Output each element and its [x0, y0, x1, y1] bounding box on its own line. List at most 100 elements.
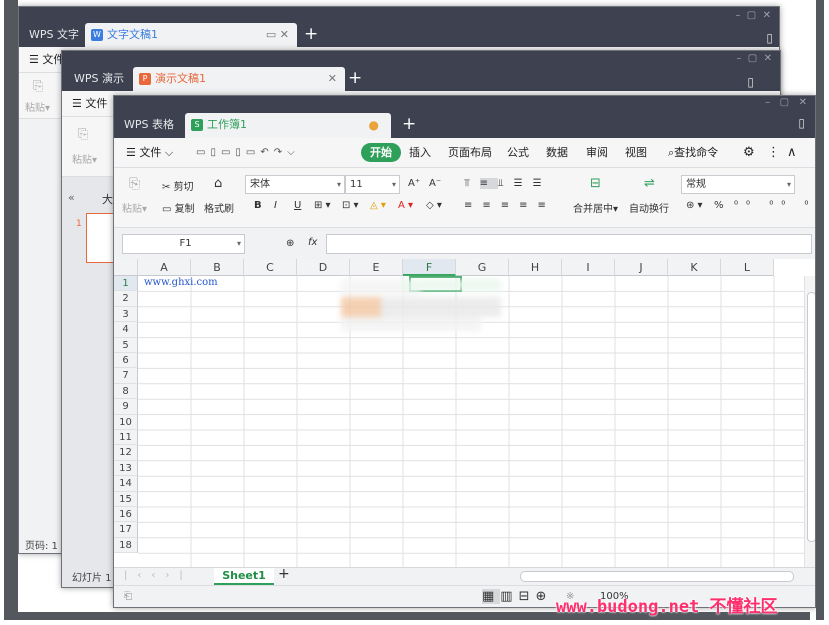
presentation-paste-button[interactable]: 粘贴▾	[72, 151, 97, 166]
cut-button[interactable]: ✂ 剪切	[162, 178, 194, 193]
sheet-tab-sheet1[interactable]: Sheet1	[214, 568, 274, 585]
horizontal-scrollbar[interactable]	[520, 571, 794, 582]
bold-button[interactable]: B	[254, 200, 262, 211]
sheet-nav-icons[interactable]: |‹‹›|	[124, 570, 193, 581]
row-header-16[interactable]: 16	[114, 507, 138, 523]
paste-button[interactable]: 粘贴▾	[122, 200, 147, 215]
window-controls-icon[interactable]: – ▢ ✕	[765, 97, 807, 108]
spreadsheet-app-tab[interactable]: WPS 表格	[118, 113, 180, 137]
column-header-a[interactable]: A	[138, 259, 191, 276]
collapse-ribbon-icon[interactable]: ∧	[787, 140, 797, 166]
row-header-4[interactable]: 4	[114, 322, 138, 338]
vertical-align-icons[interactable]: ⫪≡⫫☰☰	[464, 178, 552, 189]
italic-button[interactable]: I	[274, 200, 277, 211]
row-header-6[interactable]: 6	[114, 353, 138, 369]
menu-formulas[interactable]: 公式	[507, 140, 529, 166]
name-box[interactable]: F1 ▾	[122, 234, 245, 254]
row-header-2[interactable]: 2	[114, 291, 138, 307]
shrink-font-button[interactable]: A⁻	[429, 178, 441, 189]
scroll-thumb[interactable]	[807, 292, 815, 542]
fx-icon[interactable]: fx	[308, 237, 317, 248]
column-header-b[interactable]: B	[191, 259, 244, 276]
menu-file[interactable]: ☰ 文件 ⌵	[126, 140, 173, 166]
underline-button[interactable]: U	[294, 200, 301, 211]
new-tab-icon[interactable]: +	[402, 114, 416, 134]
writer-menu-file[interactable]: ☰ 文件	[29, 47, 64, 73]
percent-button[interactable]: %	[714, 200, 724, 211]
format-painter-button[interactable]: 格式刷	[204, 200, 234, 215]
decimal-icons[interactable]: ⁰⁰ ⁰⁰ ⁰⁰	[734, 200, 815, 211]
presentation-menu-file[interactable]: ☰ 文件	[72, 91, 107, 117]
row-header-1[interactable]: 1	[114, 276, 138, 292]
row-header-15[interactable]: 15	[114, 491, 138, 507]
spreadsheet-grid[interactable]: ABCDEFGHIJKL 1 2 3 4 5 6 7 8 9 10 11 12 13 14 15 16 17 18…	[114, 259, 815, 567]
menu-search[interactable]: ⌕查找命令	[668, 140, 718, 166]
menu-start[interactable]: 开始	[361, 143, 401, 162]
row-header-8[interactable]: 8	[114, 383, 138, 400]
row-header-5[interactable]: 5	[114, 337, 138, 353]
select-all-corner[interactable]	[114, 259, 138, 276]
slide-thumbnail[interactable]	[86, 213, 116, 263]
font-name-select[interactable]: 宋体 ▾	[245, 175, 345, 194]
close-tab-icon[interactable]: ▭ ✕	[266, 23, 289, 47]
panel-icon[interactable]: ▯	[747, 75, 754, 89]
column-header-f[interactable]: F	[403, 259, 456, 276]
column-header-l[interactable]: L	[721, 259, 774, 276]
window-controls-icon[interactable]: – ▢ ✕	[735, 10, 771, 21]
cell-a1[interactable]: www.ghxi.com	[144, 277, 218, 288]
column-header-k[interactable]: K	[668, 259, 721, 276]
fill-color-icon[interactable]: ⊡ ▾	[342, 200, 359, 211]
clear-icon[interactable]: ◇ ▾	[426, 200, 442, 211]
panel-collapse-icon[interactable]: «	[68, 191, 75, 204]
row-header-17[interactable]: 17	[114, 522, 138, 538]
menu-review[interactable]: 审阅	[586, 140, 608, 166]
view-mode-icons[interactable]: ▦▥⊟⊕	[482, 589, 552, 604]
presentation-app-tab[interactable]: WPS 演示	[68, 67, 130, 91]
zoom-formula-icon[interactable]: ⊕	[286, 238, 294, 249]
row-header-7[interactable]: 7	[114, 368, 138, 384]
column-header-d[interactable]: D	[297, 259, 350, 276]
gear-icon[interactable]: ⚙	[743, 140, 755, 166]
wrap-text-button[interactable]: 自动换行	[629, 200, 669, 215]
menu-data[interactable]: 数据	[546, 140, 568, 166]
menu-insert[interactable]: 插入	[409, 140, 431, 166]
column-header-g[interactable]: G	[456, 259, 509, 276]
presentation-doc-tab[interactable]: P 演示文稿1 ✕	[133, 67, 345, 91]
border-icon[interactable]: ⊞ ▾	[314, 200, 331, 211]
row-header-18[interactable]: 18	[114, 537, 138, 554]
horizontal-align-icons[interactable]: ≡≡≡≡≡	[464, 200, 556, 211]
menu-view[interactable]: 视图	[625, 140, 647, 166]
more-icon[interactable]: ⋮	[767, 140, 780, 166]
quick-access-icons[interactable]: ▭▯▭▯▭↶↷⌵	[196, 140, 300, 166]
row-header-10[interactable]: 10	[114, 414, 138, 430]
window-controls-icon[interactable]: – ▢ ✕	[736, 53, 772, 64]
highlight-icon[interactable]: ◬ ▾	[370, 200, 386, 211]
row-header-13[interactable]: 13	[114, 460, 138, 477]
formula-input[interactable]	[326, 234, 812, 254]
column-header-h[interactable]: H	[509, 259, 562, 276]
row-header-12[interactable]: 12	[114, 445, 138, 461]
copy-button[interactable]: ▭ 复制	[162, 200, 195, 215]
unsaved-dot-icon[interactable]: ●	[369, 113, 379, 137]
add-sheet-icon[interactable]: +	[278, 566, 290, 582]
merge-center-button[interactable]: 合并居中▾	[573, 200, 618, 215]
column-header-e[interactable]: E	[350, 259, 403, 276]
spreadsheet-doc-tab[interactable]: S 工作簿1 ●	[185, 113, 391, 138]
font-size-select[interactable]: 11 ▾	[345, 175, 400, 194]
row-header-11[interactable]: 11	[114, 430, 138, 446]
new-tab-icon[interactable]: +	[348, 68, 362, 88]
column-header-c[interactable]: C	[244, 259, 297, 276]
new-tab-icon[interactable]: +	[304, 24, 318, 44]
currency-icon[interactable]: ⊛ ▾	[686, 200, 703, 211]
row-header-14[interactable]: 14	[114, 476, 138, 492]
writer-doc-tab[interactable]: W 文字文稿1 ▭ ✕	[85, 23, 297, 47]
column-header-i[interactable]: I	[562, 259, 615, 276]
panel-icon[interactable]: ▯	[798, 116, 805, 130]
writer-app-tab[interactable]: WPS 文字	[23, 23, 85, 47]
close-tab-icon[interactable]: ✕	[328, 67, 337, 91]
row-header-3[interactable]: 3	[114, 306, 138, 323]
number-format-select[interactable]: 常规 ▾	[681, 175, 795, 194]
row-header-9[interactable]: 9	[114, 399, 138, 415]
panel-icon[interactable]: ▯	[766, 31, 773, 45]
column-header-j[interactable]: J	[615, 259, 668, 276]
